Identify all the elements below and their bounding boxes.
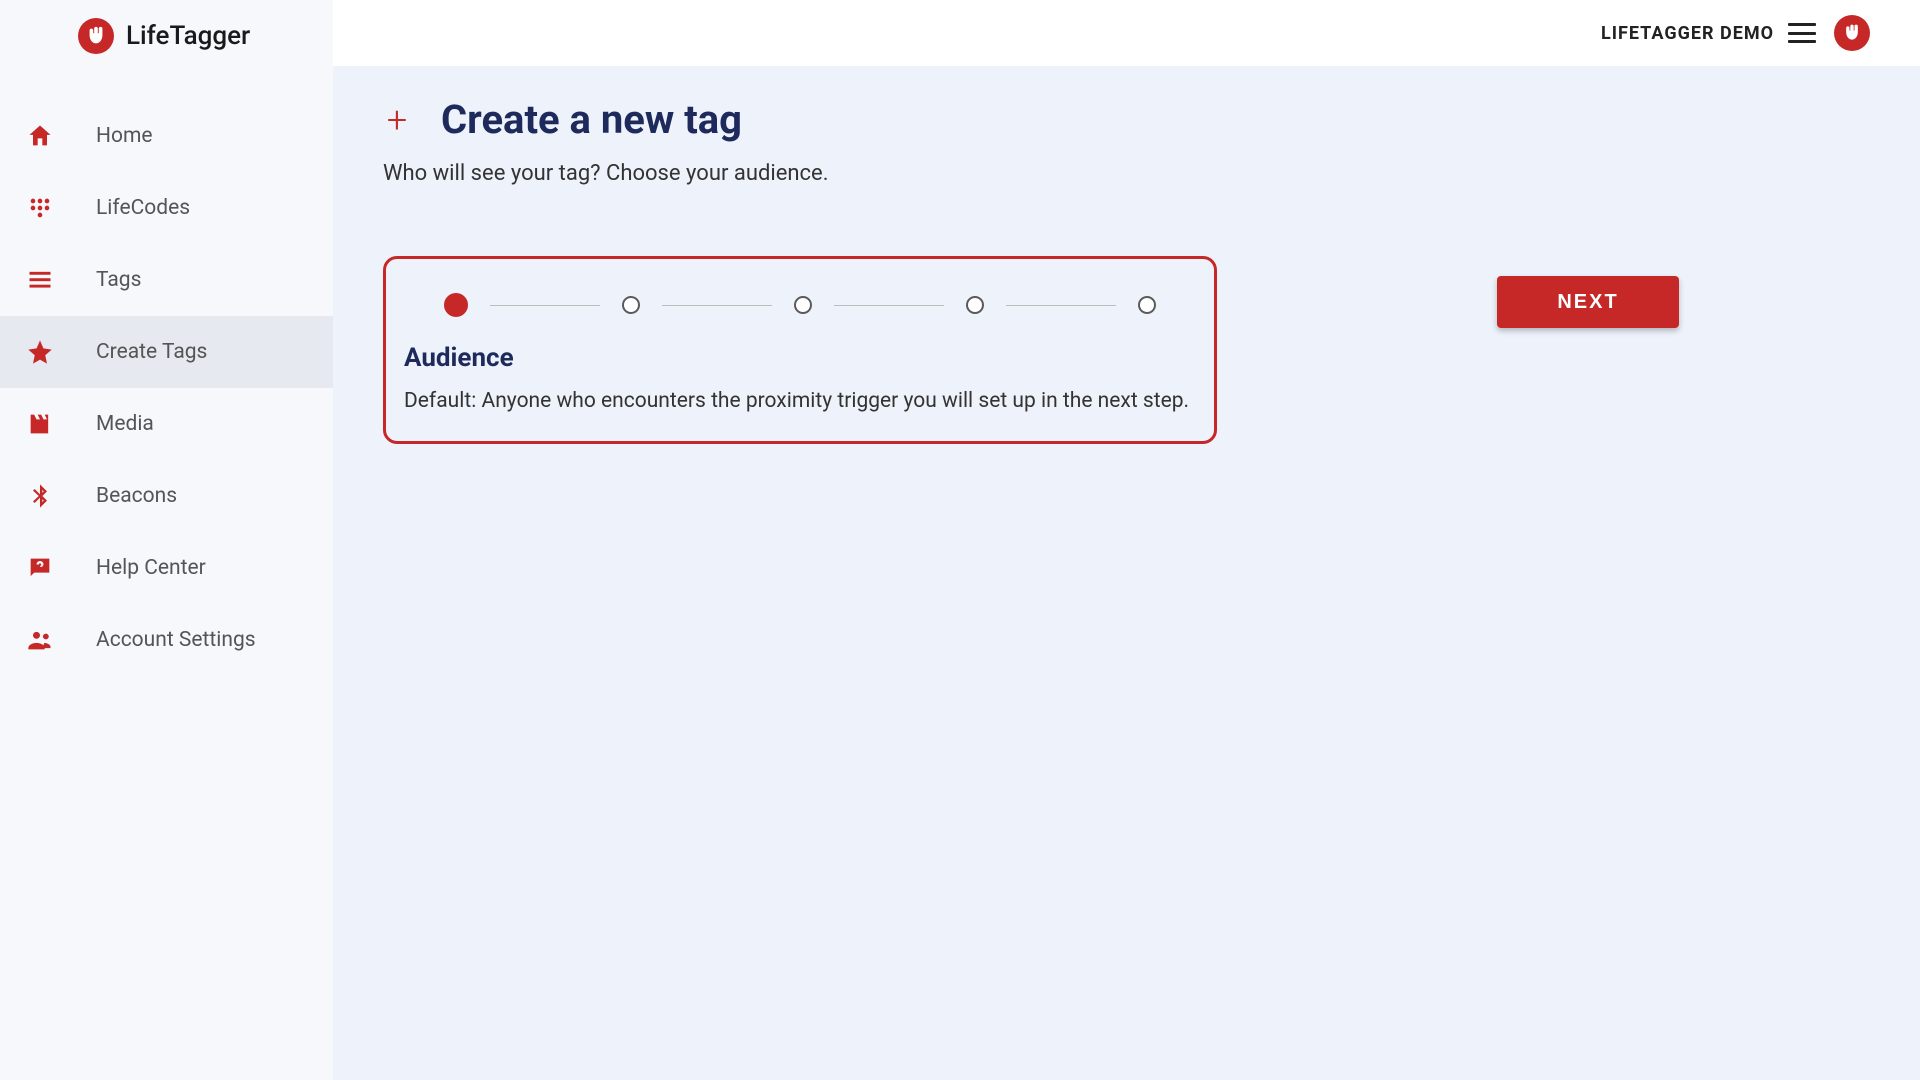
sidebar-item-tags[interactable]: Tags (0, 244, 333, 316)
account-label: LIFETAGGER DEMO (1601, 23, 1774, 44)
stepper (404, 287, 1196, 339)
wizard-step-titlements: Audience (404, 343, 1196, 373)
sidebar-item-label: LifeCodes (96, 196, 190, 220)
bluetooth-icon (24, 480, 56, 512)
next-button[interactable]: NEXT (1497, 276, 1679, 328)
sidebar-item-media[interactable]: Media (0, 388, 333, 460)
page-head: + Create a new tag (383, 96, 1870, 143)
help-icon (24, 552, 56, 584)
page-title: Create a new tag (441, 96, 742, 143)
sidebar-item-create-tags[interactable]: Create Tags (0, 316, 333, 388)
sidebar-item-label: Create Tags (96, 340, 207, 364)
step-2[interactable] (622, 296, 640, 314)
sidebar-item-label: Home (96, 124, 153, 148)
topbar: LIFETAGGER DEMO (333, 0, 1920, 66)
brand: LifeTagger (0, 14, 333, 100)
people-icon (24, 624, 56, 656)
page-subtitle: Who will see your tag? Choose your audie… (383, 161, 1870, 186)
sidebar-item-label: Account Settings (96, 628, 256, 652)
sidebar-item-help-center[interactable]: Help Center (0, 532, 333, 604)
avatar[interactable] (1834, 15, 1870, 51)
home-icon (24, 120, 56, 152)
sidebar: LifeTagger Home LifeCodes Tags Create T (0, 0, 333, 1080)
star-icon (24, 336, 56, 368)
wizard-step-desc: Default: Anyone who encounters the proxi… (404, 389, 1196, 413)
brand-logo-icon (78, 18, 114, 54)
sidebar-nav: Home LifeCodes Tags Create Tags Media (0, 100, 333, 676)
sidebar-item-label: Tags (96, 268, 141, 292)
brand-name: LifeTagger (126, 21, 250, 51)
dialpad-icon (24, 192, 56, 224)
list-icon (24, 264, 56, 296)
sidebar-item-label: Media (96, 412, 154, 436)
step-1[interactable] (444, 293, 468, 317)
step-3[interactable] (794, 296, 812, 314)
wizard-row: Audience Default: Anyone who encounters … (383, 256, 1870, 444)
step-4[interactable] (966, 296, 984, 314)
main: LIFETAGGER DEMO + Create a new tag Who w… (333, 0, 1920, 1080)
sidebar-item-account-settings[interactable]: Account Settings (0, 604, 333, 676)
plus-icon: + (383, 106, 411, 134)
wizard-card: Audience Default: Anyone who encounters … (383, 256, 1217, 444)
menu-icon[interactable] (1788, 23, 1816, 43)
step-5[interactable] (1138, 296, 1156, 314)
content: + Create a new tag Who will see your tag… (333, 66, 1920, 444)
sidebar-item-home[interactable]: Home (0, 100, 333, 172)
movie-icon (24, 408, 56, 440)
sidebar-item-lifecodes[interactable]: LifeCodes (0, 172, 333, 244)
sidebar-item-beacons[interactable]: Beacons (0, 460, 333, 532)
sidebar-item-label: Beacons (96, 484, 177, 508)
sidebar-item-label: Help Center (96, 556, 206, 580)
